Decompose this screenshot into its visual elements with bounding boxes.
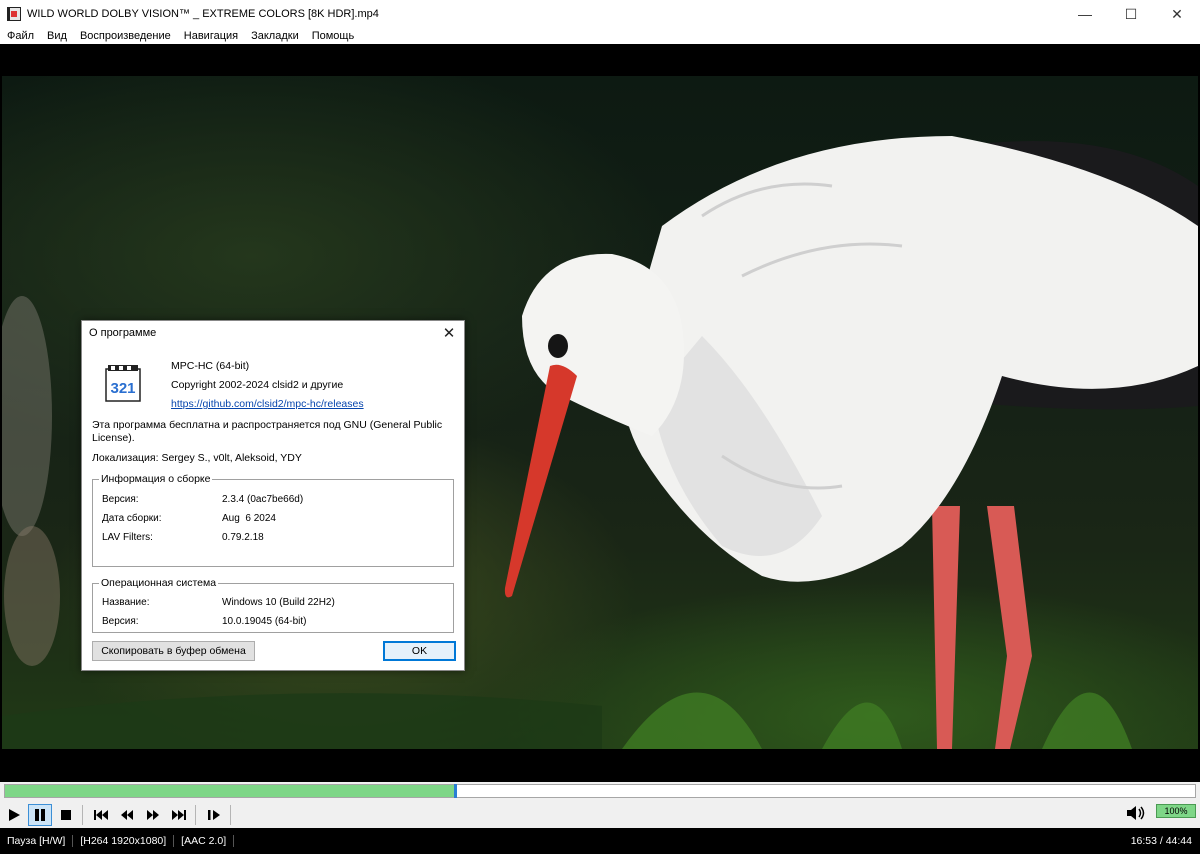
- seek-thumb[interactable]: [453, 784, 457, 798]
- menu-bar: Файл Вид Воспроизведение Навигация Закла…: [0, 28, 1200, 44]
- toolbar-separator: [230, 805, 231, 825]
- build-date-label: Дата сборки:: [102, 513, 162, 524]
- window-title: WILD WORLD DOLBY VISION™ _ EXTREME COLOR…: [27, 8, 379, 20]
- menu-help[interactable]: Помощь: [305, 28, 361, 44]
- menu-view[interactable]: Вид: [40, 28, 73, 44]
- skip-back-button[interactable]: [89, 804, 113, 826]
- menu-navigation[interactable]: Навигация: [177, 28, 244, 44]
- pause-button[interactable]: [28, 804, 52, 826]
- seek-bar[interactable]: [0, 782, 1200, 802]
- toolbar-separator: [82, 805, 83, 825]
- dialog-title: О программе: [89, 327, 157, 339]
- fast-forward-icon: [147, 810, 159, 820]
- app-name: MPC-HC (64-bit): [171, 360, 250, 372]
- lav-filters-label: LAV Filters:: [102, 532, 153, 543]
- status-bar: Пауза [H/W] [H264 1920x1080] [AAC 2.0] 1…: [0, 828, 1200, 854]
- menu-file[interactable]: Файл: [0, 28, 40, 44]
- app-icon: [7, 7, 21, 21]
- window-controls: — ☐ ✕: [1062, 0, 1200, 28]
- os-name-value: Windows 10 (Build 22H2): [222, 597, 335, 608]
- toolbar-separator: [195, 805, 196, 825]
- close-button[interactable]: ✕: [1154, 0, 1200, 28]
- os-version-label: Версия:: [102, 616, 139, 627]
- build-date-value: Aug 6 2024: [222, 513, 276, 524]
- seek-track[interactable]: [4, 784, 1196, 798]
- speaker-icon[interactable]: [1126, 804, 1146, 822]
- copyright-text: Copyright 2002-2024 clsid2 и другие: [171, 379, 344, 391]
- pause-icon: [35, 809, 45, 821]
- copy-to-clipboard-button[interactable]: Скопировать в буфер обмена: [92, 641, 255, 661]
- rewind-icon: [121, 810, 133, 820]
- playback-state: Пауза [H/W]: [0, 835, 74, 847]
- releases-link[interactable]: https://github.com/clsid2/mpc-hc/release…: [171, 398, 364, 410]
- lav-filters-value: 0.79.2.18: [222, 532, 264, 543]
- player-toolbar: [0, 802, 1200, 828]
- logo-text: 321: [110, 380, 135, 397]
- minimize-button[interactable]: —: [1062, 0, 1108, 28]
- os-version-value: 10.0.19045 (64-bit): [222, 616, 307, 627]
- localization-text: Локализация: Sergey S., v0lt, Aleksoid, …: [92, 452, 302, 464]
- skip-back-icon: [94, 810, 108, 820]
- menu-playback[interactable]: Воспроизведение: [73, 28, 177, 44]
- skip-forward-icon: [172, 810, 186, 820]
- menu-bookmarks[interactable]: Закладки: [244, 28, 305, 44]
- license-text-line1: Эта программа бесплатна и распространяет…: [92, 419, 443, 431]
- time-display: 16:53 / 44:44: [1130, 835, 1192, 847]
- seek-progress: [5, 785, 455, 797]
- play-icon: [9, 809, 20, 821]
- audio-format: [AAC 2.0]: [174, 835, 235, 847]
- play-button[interactable]: [2, 804, 26, 826]
- os-info-legend: Операционная система: [99, 577, 219, 589]
- stop-icon: [61, 810, 71, 820]
- build-version-label: Версия:: [102, 494, 139, 505]
- video-format: [H264 1920x1080]: [73, 835, 175, 847]
- build-info-group: Информация о сборке Версия: 2.3.4 (0ac7b…: [92, 473, 454, 567]
- license-text-line2: License).: [92, 432, 135, 444]
- frame-step-icon: [208, 810, 220, 820]
- os-name-label: Название:: [102, 597, 150, 608]
- build-info-legend: Информация о сборке: [99, 473, 213, 485]
- title-bar: WILD WORLD DOLBY VISION™ _ EXTREME COLOR…: [0, 0, 1200, 28]
- dialog-close-button[interactable]: ✕: [438, 323, 460, 343]
- rewind-button[interactable]: [115, 804, 139, 826]
- skip-forward-button[interactable]: [167, 804, 191, 826]
- os-info-group: Операционная система Название: Windows 1…: [92, 577, 454, 633]
- volume-slider[interactable]: 100%: [1156, 804, 1196, 818]
- ok-button[interactable]: OK: [383, 641, 456, 661]
- maximize-button[interactable]: ☐: [1108, 0, 1154, 28]
- fast-forward-button[interactable]: [141, 804, 165, 826]
- build-version-value: 2.3.4 (0ac7be66d): [222, 494, 304, 505]
- mpc-logo-icon: 321: [105, 365, 141, 402]
- stop-button[interactable]: [54, 804, 78, 826]
- frame-step-button[interactable]: [202, 804, 226, 826]
- about-dialog: О программе ✕ 321 MPC-HC (64-bit) Copyri…: [81, 320, 465, 671]
